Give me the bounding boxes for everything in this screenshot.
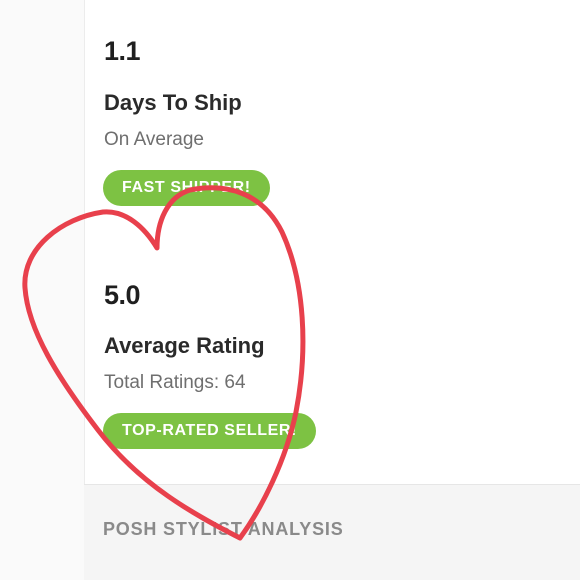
seller-stats-page: 1.1 Days To Ship On Average FAST SHIPPER… (0, 0, 580, 580)
days-to-ship-value: 1.1 (104, 36, 141, 66)
total-ratings-text: Total Ratings: 64 (104, 372, 246, 393)
stats-card (84, 0, 580, 484)
days-to-ship-title: Days To Ship (104, 90, 242, 115)
days-to-ship-subtitle: On Average (104, 129, 205, 150)
fast-shipper-badge: FAST SHIPPER! (103, 170, 270, 206)
average-rating-title: Average Rating (104, 333, 265, 358)
posh-stylist-analysis-heading[interactable]: POSH STYLIST ANALYSIS (103, 519, 344, 540)
average-rating-value: 5.0 (104, 280, 141, 310)
top-rated-seller-badge: TOP-RATED SELLER! (103, 413, 316, 449)
